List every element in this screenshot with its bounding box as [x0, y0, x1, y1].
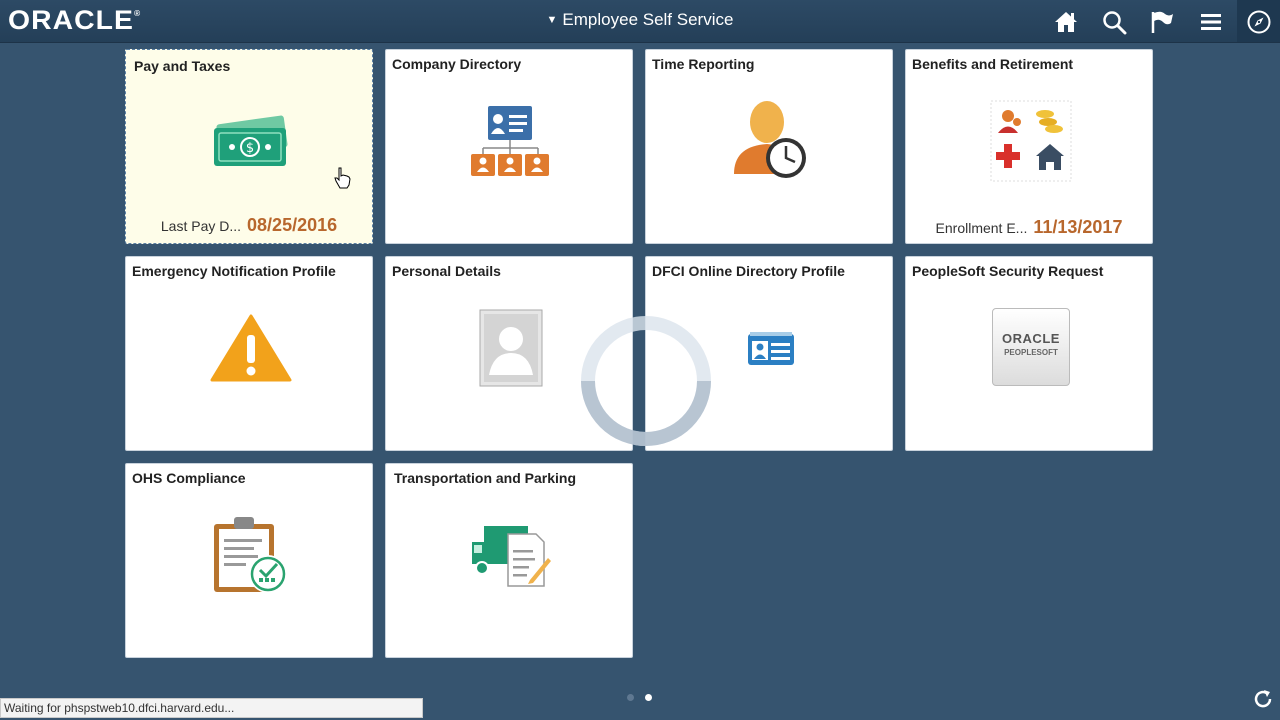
page-dot-1[interactable] — [627, 694, 634, 701]
caret-down-icon: ▼ — [546, 14, 558, 26]
tile-title: Company Directory — [392, 56, 522, 72]
footer-value: 11/13/2017 — [1033, 217, 1123, 237]
person-clock-icon — [734, 101, 806, 178]
tile-footer: Last Pay D... 08/25/2016 — [126, 215, 372, 236]
oracle-peoplesoft-logo: ORACLE PEOPLESOFT — [992, 308, 1070, 386]
logo-line-1: ORACLE — [1002, 331, 1060, 346]
warning-icon — [210, 314, 292, 382]
flag-icon[interactable] — [1149, 9, 1175, 35]
tile-title: PeopleSoft Security Request — [912, 263, 1104, 279]
menu-icon[interactable] — [1198, 9, 1224, 35]
tile-title: Emergency Notification Profile — [132, 263, 336, 279]
tile-peoplesoft-security-request[interactable]: PeopleSoft Security Request ORACLE PEOPL… — [905, 256, 1153, 451]
money-icon: $ — [214, 115, 288, 166]
benefits-icon — [990, 100, 1072, 182]
tile-time-reporting[interactable]: Time Reporting — [645, 49, 893, 244]
logo-line-2: PEOPLESOFT — [1004, 348, 1058, 357]
tile-benefits-and-retirement[interactable]: Benefits and Retirement Enrollment E... 1… — [905, 49, 1153, 244]
tile-title: Benefits and Retirement — [912, 56, 1074, 72]
tile-emergency-notification-profile[interactable]: Emergency Notification Profile — [125, 256, 373, 451]
tile-title: Transportation and Parking — [394, 470, 577, 486]
browser-status-bar: Waiting for phspstweb10.dfci.harvard.edu… — [0, 698, 423, 718]
tile-title: DFCI Online Directory Profile — [652, 263, 845, 279]
tile-transportation-and-parking[interactable]: Transportation and Parking — [385, 463, 633, 658]
person-photo-icon — [479, 309, 543, 387]
loading-spinner — [581, 316, 711, 446]
compass-icon — [1247, 10, 1271, 34]
tile-title: Time Reporting — [652, 56, 755, 72]
truck-document-icon — [472, 526, 551, 587]
page-title-dropdown[interactable]: ▼ Employee Self Service — [0, 10, 1280, 30]
footer-value: 08/25/2016 — [247, 215, 338, 235]
hand-cursor-icon — [334, 167, 351, 189]
header-bar: ORACLE® ▼ Employee Self Service — [0, 0, 1280, 43]
refresh-icon[interactable] — [1252, 688, 1274, 710]
tile-footer: Enrollment E... 11/13/2017 — [906, 217, 1152, 238]
tile-title: Pay and Taxes — [134, 58, 231, 74]
tile-company-directory[interactable]: Company Directory — [385, 49, 633, 244]
tile-pay-and-taxes[interactable]: Pay and Taxes $ Last Pay D... 08/25/2016 — [125, 49, 373, 244]
footer-label: Enrollment E... — [935, 220, 1028, 236]
page-title: Employee Self Service — [562, 10, 734, 29]
svg-text:$: $ — [246, 141, 254, 156]
tile-title: OHS Compliance — [132, 470, 246, 486]
clipboard-check-icon — [214, 517, 287, 593]
search-icon[interactable] — [1101, 9, 1127, 35]
footer-label: Last Pay D... — [160, 218, 242, 234]
page-dot-2-active[interactable] — [645, 694, 652, 701]
tile-title: Personal Details — [392, 263, 501, 279]
tile-ohs-compliance[interactable]: OHS Compliance — [125, 463, 373, 658]
org-chart-icon — [471, 106, 549, 176]
home-icon[interactable] — [1053, 9, 1079, 35]
id-card-icon — [748, 332, 794, 365]
navbar-button[interactable] — [1237, 0, 1280, 42]
